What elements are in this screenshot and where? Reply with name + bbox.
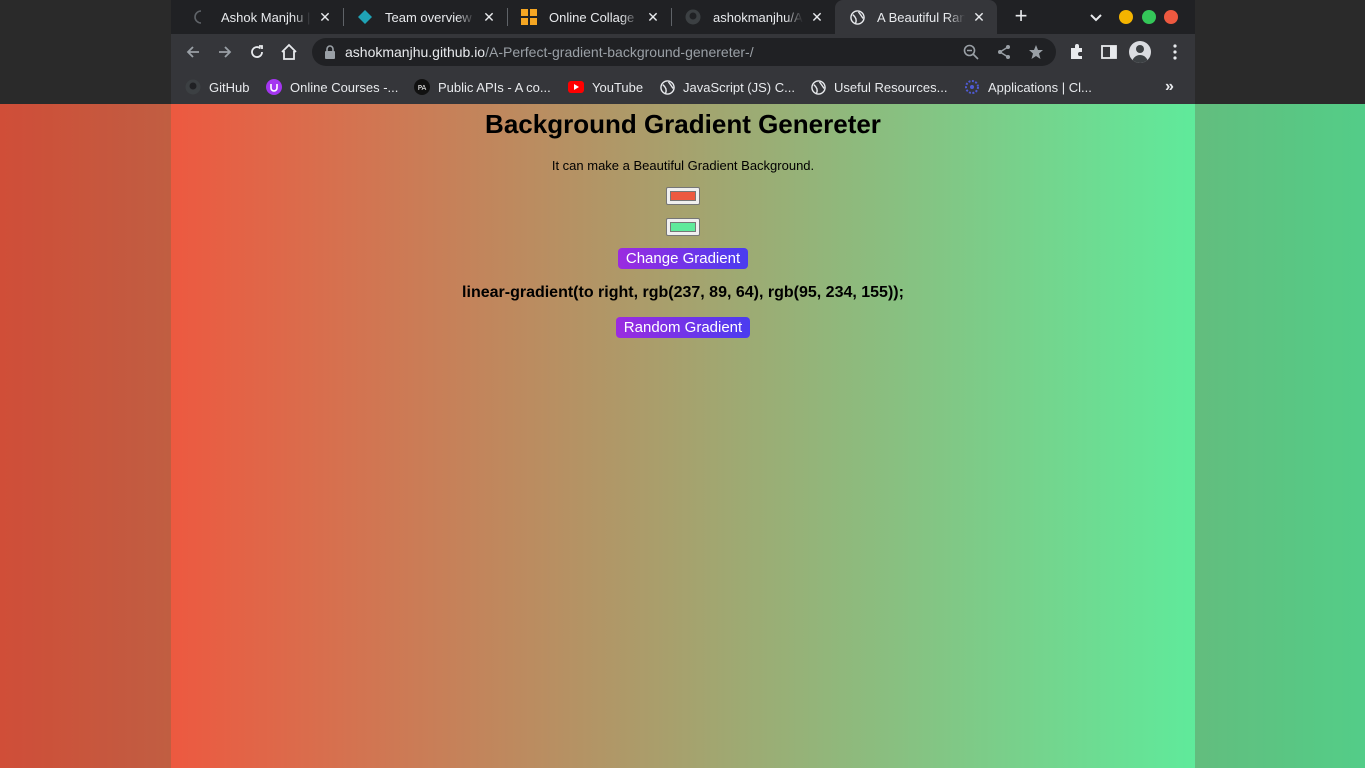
close-window-button[interactable] [1164, 10, 1178, 24]
profile-avatar[interactable] [1129, 41, 1151, 63]
bookmark-public-apis[interactable]: PA Public APIs - A co... [414, 77, 551, 97]
globe-icon [849, 9, 865, 25]
url-host: ashokmanjhu.github.io [345, 44, 486, 60]
address-bar[interactable]: ashokmanjhu.github.io/A-Perfect-gradient… [312, 38, 1056, 66]
globe-icon [810, 79, 826, 95]
diamond-icon [357, 9, 373, 25]
zoom-icon[interactable] [963, 44, 979, 60]
udemy-icon [266, 79, 282, 95]
page-content: Background Gradient Genereter It can mak… [171, 104, 1195, 768]
youtube-icon [568, 79, 584, 95]
svg-text:PA: PA [418, 84, 427, 92]
bookmarks-bar: GitHub Online Courses -... PA Public API… [171, 70, 1195, 104]
browser-window: Ashok Manjhu | D ✕ Team overview | t ✕ O… [171, 0, 1195, 768]
bookmark-online-courses[interactable]: Online Courses -... [266, 77, 398, 97]
url-text[interactable]: ashokmanjhu.github.io/A-Perfect-gradient… [345, 44, 754, 60]
close-icon[interactable]: ✕ [809, 9, 825, 25]
bookmark-label: JavaScript (JS) C... [683, 79, 795, 95]
color-swatch-2 [670, 222, 696, 232]
apps-icon [964, 79, 980, 95]
close-icon[interactable]: ✕ [317, 9, 333, 25]
close-icon[interactable]: ✕ [971, 9, 987, 25]
bookmark-github[interactable]: GitHub [185, 77, 249, 97]
new-tab-plus-icon[interactable]: + [1009, 5, 1033, 29]
bookmark-label: Useful Resources... [834, 79, 948, 95]
bookmark-useful-resources[interactable]: Useful Resources... [810, 77, 947, 97]
url-path: /A-Perfect-gradient-background-genereter… [485, 44, 754, 60]
page-subtitle: It can make a Beautiful Gradient Backgro… [551, 158, 815, 173]
share-icon[interactable] [996, 44, 1012, 60]
tab-strip: Ashok Manjhu | D ✕ Team overview | t ✕ O… [171, 0, 1195, 34]
bookmark-label: Public APIs - A co... [438, 79, 551, 95]
public-apis-icon: PA [414, 79, 430, 95]
tab-github-repo[interactable]: ashokmanjhu/A-P ✕ [671, 0, 835, 34]
tab-online-collage[interactable]: Online Collage M ✕ [507, 0, 671, 34]
bookmark-youtube[interactable]: YouTube [568, 77, 643, 97]
bookmark-label: Applications | Cl... [988, 79, 1092, 95]
bookmark-star-icon[interactable] [1028, 44, 1044, 60]
bookmarks-overflow-icon[interactable]: » [1165, 78, 1174, 96]
color-swatch-1 [670, 191, 696, 201]
home-icon[interactable] [277, 40, 301, 64]
color-picker-2[interactable] [666, 218, 700, 236]
random-gradient-button[interactable]: Random Gradient [616, 317, 750, 338]
forward-arrow-icon[interactable] [213, 40, 237, 64]
collage-grid-icon [521, 9, 537, 25]
tab-search-chevron-icon[interactable] [1087, 8, 1105, 26]
back-arrow-icon[interactable] [181, 40, 205, 64]
bookmark-applications[interactable]: Applications | Cl... [964, 77, 1092, 97]
tab-title: A Beautiful Rand [877, 9, 965, 25]
browser-toolbar: ashokmanjhu.github.io/A-Perfect-gradient… [171, 34, 1195, 70]
extensions-puzzle-icon[interactable] [1068, 43, 1086, 61]
tab-title: Team overview | t [385, 9, 475, 25]
tab-title: ashokmanjhu/A-P [713, 9, 803, 25]
github-icon [685, 9, 701, 25]
bookmark-javascript[interactable]: JavaScript (JS) C... [659, 77, 795, 97]
bookmark-label: YouTube [592, 79, 644, 95]
tab-ashok-manjhu[interactable]: Ashok Manjhu | D ✕ [179, 0, 343, 34]
loading-spinner-icon [193, 9, 209, 25]
tab-team-overview[interactable]: Team overview | t ✕ [343, 0, 507, 34]
bookmark-label: GitHub [209, 79, 250, 95]
desktop-shade-right [1195, 104, 1365, 768]
desktop-shade-left [0, 104, 171, 768]
close-icon[interactable]: ✕ [645, 9, 661, 25]
reload-icon[interactable] [245, 40, 269, 64]
bookmark-label: Online Courses -... [290, 79, 399, 95]
more-menu-icon[interactable] [1166, 43, 1184, 61]
page-title: Background Gradient Genereter [485, 109, 881, 139]
maximize-button[interactable] [1142, 10, 1156, 24]
tab-beautiful-random[interactable]: A Beautiful Rand ✕ [835, 0, 997, 34]
lock-icon[interactable] [324, 45, 336, 64]
tab-title: Online Collage M [549, 9, 639, 25]
color-picker-1[interactable] [666, 187, 700, 205]
close-icon[interactable]: ✕ [481, 9, 497, 25]
minimize-button[interactable] [1119, 10, 1133, 24]
gradient-css-output: linear-gradient(to right, rgb(237, 89, 6… [462, 284, 904, 301]
side-panel-icon[interactable] [1100, 43, 1118, 61]
tab-title: Ashok Manjhu | D [221, 9, 311, 25]
change-gradient-button[interactable]: Change Gradient [618, 248, 748, 269]
globe-icon [659, 79, 675, 95]
github-icon [185, 79, 201, 95]
